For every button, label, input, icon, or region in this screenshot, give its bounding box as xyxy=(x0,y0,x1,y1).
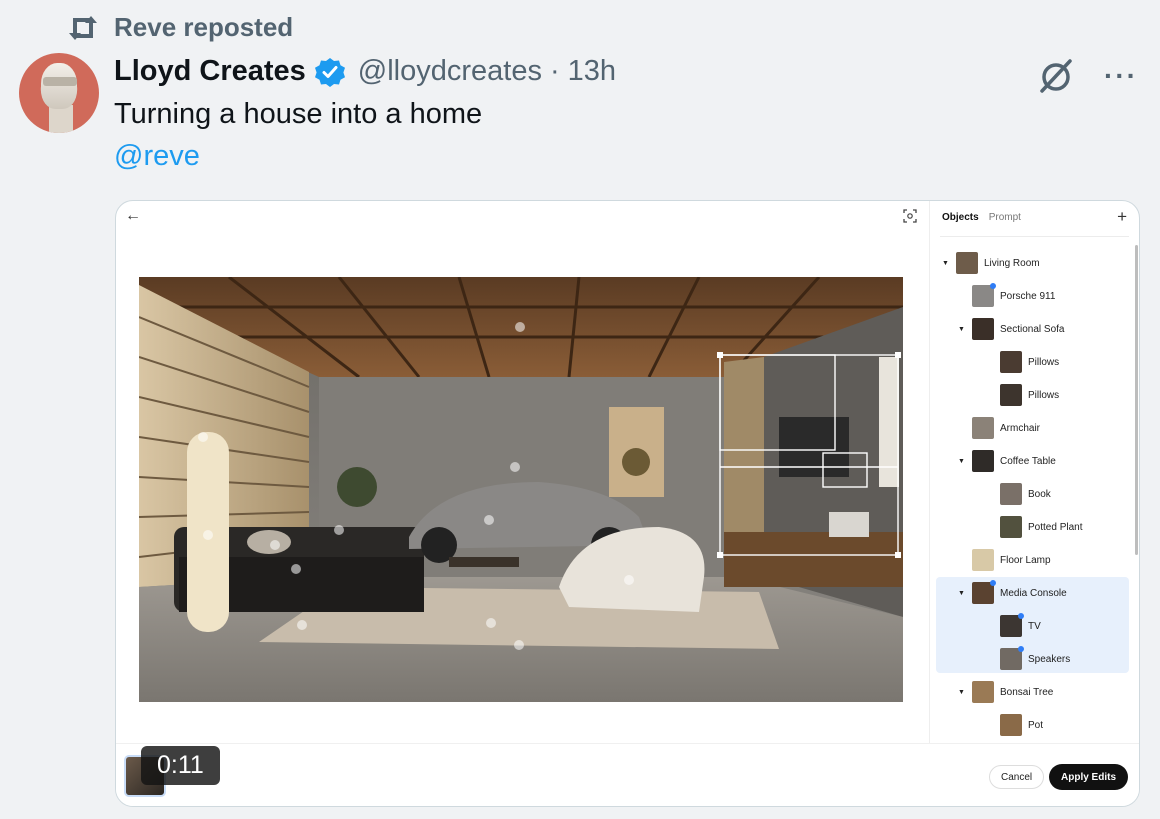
tree-item[interactable]: Potted Plant xyxy=(1000,514,1082,540)
video-player[interactable]: ← Objects Prompt + ▼ Living Room Porsche… xyxy=(115,200,1140,807)
tree-item-label: Sectional Sofa xyxy=(1000,323,1065,335)
apply-edits-button[interactable]: Apply Edits xyxy=(1049,764,1129,790)
tree-item[interactable]: Armchair xyxy=(972,415,1040,441)
object-thumbnail xyxy=(972,283,996,307)
tweet-body: Turning a house into a home xyxy=(114,98,483,130)
tree-item-label: Armchair xyxy=(1000,422,1041,434)
object-thumbnail xyxy=(972,318,994,340)
tree-item[interactable]: Porsche 911 xyxy=(972,283,1055,309)
selection-dot-icon xyxy=(1018,613,1024,619)
tree-item[interactable]: ▼ Coffee Table xyxy=(958,448,1056,474)
mention-link[interactable]: @reve xyxy=(114,140,200,173)
tree-item-label: Coffee Table xyxy=(1000,455,1056,467)
object-thumbnail xyxy=(1000,351,1022,373)
tree-item[interactable]: Pillows xyxy=(1000,349,1059,375)
chevron-down-icon[interactable]: ▼ xyxy=(958,689,966,696)
tweet-actions-top: ··· xyxy=(1036,56,1138,96)
focus-frame-icon[interactable] xyxy=(903,209,917,223)
tree-item[interactable]: ▼ Media Console xyxy=(958,580,1067,606)
tree-item-label: Book xyxy=(1028,488,1051,500)
tree-item[interactable]: Book xyxy=(1000,481,1051,507)
video-timestamp: 0:11 xyxy=(141,746,220,785)
panel-scrollbar[interactable] xyxy=(1135,245,1138,555)
back-arrow-icon[interactable]: ← xyxy=(125,207,141,225)
tree-item[interactable]: Pot xyxy=(1000,712,1043,738)
tree-item-label: Pot xyxy=(1028,719,1044,731)
object-thumbnail xyxy=(1000,516,1022,538)
object-thumbnail xyxy=(1000,714,1022,736)
tab-prompt[interactable]: Prompt xyxy=(989,212,1021,223)
header-separator: · xyxy=(549,55,560,87)
tree-item-label: TV xyxy=(1028,620,1041,632)
author-name[interactable]: Lloyd Creates xyxy=(114,55,306,88)
object-thumbnail xyxy=(972,681,994,703)
tree-item[interactable]: ▼ Bonsai Tree xyxy=(958,679,1053,705)
chevron-down-icon[interactable]: ▼ xyxy=(958,590,966,597)
tree-item[interactable]: ▼ Living Room xyxy=(942,250,1040,276)
object-thumbnail xyxy=(972,450,994,472)
grok-icon[interactable] xyxy=(1036,56,1076,96)
object-thumbnail xyxy=(1000,613,1024,637)
chevron-down-icon[interactable]: ▼ xyxy=(958,458,966,465)
selection-dot-icon xyxy=(990,580,996,586)
tree-item[interactable]: ▼ Sectional Sofa xyxy=(958,316,1065,342)
tree-item-label: Pillows xyxy=(1028,356,1060,368)
tree-item-label: Speakers xyxy=(1028,653,1071,665)
tree-item-label: Media Console xyxy=(1000,587,1067,599)
post-time[interactable]: 13h xyxy=(568,55,616,88)
object-thumbnail xyxy=(956,252,978,274)
selection-dot-icon xyxy=(990,283,996,289)
repost-icon xyxy=(69,15,97,40)
object-thumbnail xyxy=(972,580,996,604)
tree-item-label: Pillows xyxy=(1028,389,1060,401)
editor-footer: 0:11 Cancel Apply Edits xyxy=(116,743,1139,806)
tree-item[interactable]: Pillows xyxy=(1000,382,1059,408)
tree-item-label: Porsche 911 xyxy=(1000,290,1056,302)
tree-item[interactable]: Floor Lamp xyxy=(972,547,1051,573)
add-object-button[interactable]: + xyxy=(1117,207,1127,227)
more-options-button[interactable]: ··· xyxy=(1104,62,1138,90)
tree-item-label: Floor Lamp xyxy=(1000,554,1051,566)
tree-item-label: Potted Plant xyxy=(1028,521,1083,533)
objects-panel: Objects Prompt + ▼ Living Room Porsche 911… xyxy=(929,201,1139,743)
repost-indicator[interactable]: Reve reposted xyxy=(66,12,293,43)
selection-dot-icon xyxy=(1018,646,1024,652)
tab-objects[interactable]: Objects xyxy=(942,212,979,223)
tree-item-label: Bonsai Tree xyxy=(1000,686,1054,698)
verified-badge-icon[interactable] xyxy=(314,56,346,88)
chevron-down-icon[interactable]: ▼ xyxy=(958,326,966,333)
tweet-header: Lloyd Creates @lloydcreates · 13h xyxy=(114,55,616,88)
chevron-down-icon[interactable]: ▼ xyxy=(942,260,950,267)
scene-image[interactable] xyxy=(139,277,903,702)
avatar[interactable] xyxy=(19,53,99,133)
author-handle[interactable]: @lloydcreates xyxy=(358,55,542,88)
object-thumbnail xyxy=(1000,483,1022,505)
tree-item-label: Living Room xyxy=(984,257,1040,269)
object-thumbnail xyxy=(1000,384,1022,406)
repost-label: Reve reposted xyxy=(114,12,294,42)
cancel-button[interactable]: Cancel xyxy=(989,765,1045,789)
tree-item[interactable]: TV xyxy=(1000,613,1041,639)
object-thumbnail xyxy=(972,549,994,571)
tree-item[interactable]: Speakers xyxy=(1000,646,1070,672)
object-thumbnail xyxy=(972,417,994,439)
object-thumbnail xyxy=(1000,646,1024,670)
